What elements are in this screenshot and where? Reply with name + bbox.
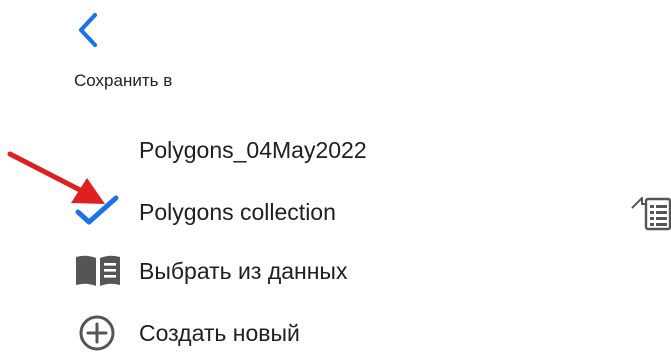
- item-label: Создать новый: [139, 320, 300, 346]
- item-label: Выбрать из данных: [139, 258, 348, 284]
- red-arrow-annotation: [7, 151, 105, 204]
- back-chevron-icon[interactable]: [68, 8, 112, 52]
- item-label: Polygons_04May2022: [139, 137, 367, 163]
- section-title: Сохранить в: [74, 71, 173, 90]
- list-item-choose-from-data[interactable]: Выбрать из данных: [0, 249, 671, 293]
- layer-list-icon[interactable]: [626, 190, 671, 234]
- plus-circle-icon: [79, 315, 115, 351]
- item-label: Polygons collection: [139, 199, 336, 225]
- list-item-create-new[interactable]: Создать новый: [0, 311, 671, 355]
- book-icon: [76, 255, 120, 286]
